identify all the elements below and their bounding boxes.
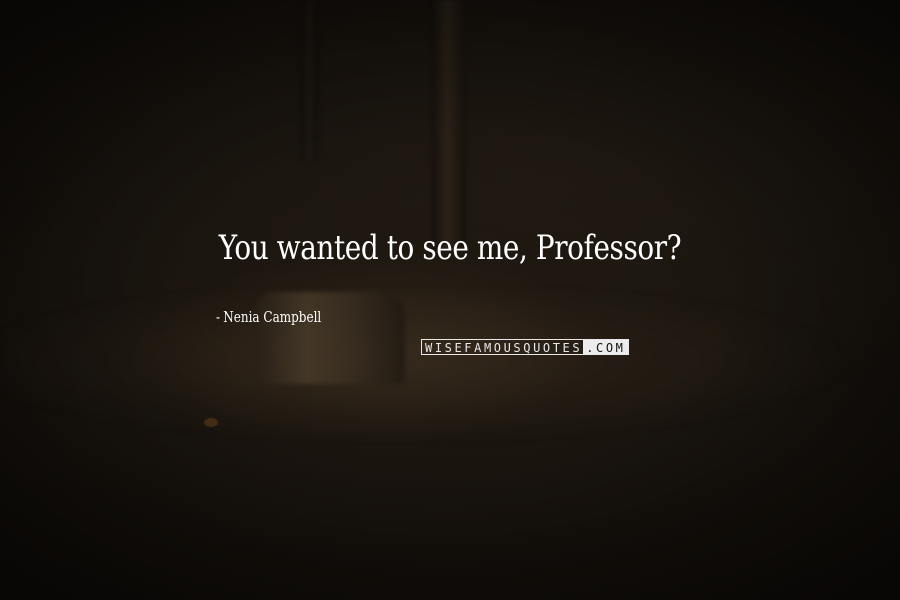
quote-card: You wanted to see me, Professor? - Nenia… — [0, 0, 900, 600]
background-vignette — [0, 0, 900, 600]
watermark-main: WISEFAMOUSQUOTES — [425, 341, 583, 355]
quote-author: - Nenia Campbell — [216, 308, 321, 326]
site-watermark: WISEFAMOUSQUOTES .COM — [421, 339, 629, 355]
author-name: Nenia Campbell — [223, 308, 322, 326]
author-dash: - — [216, 308, 221, 326]
quote-text: You wanted to see me, Professor? — [218, 228, 682, 268]
watermark-tld: .COM — [583, 340, 628, 355]
